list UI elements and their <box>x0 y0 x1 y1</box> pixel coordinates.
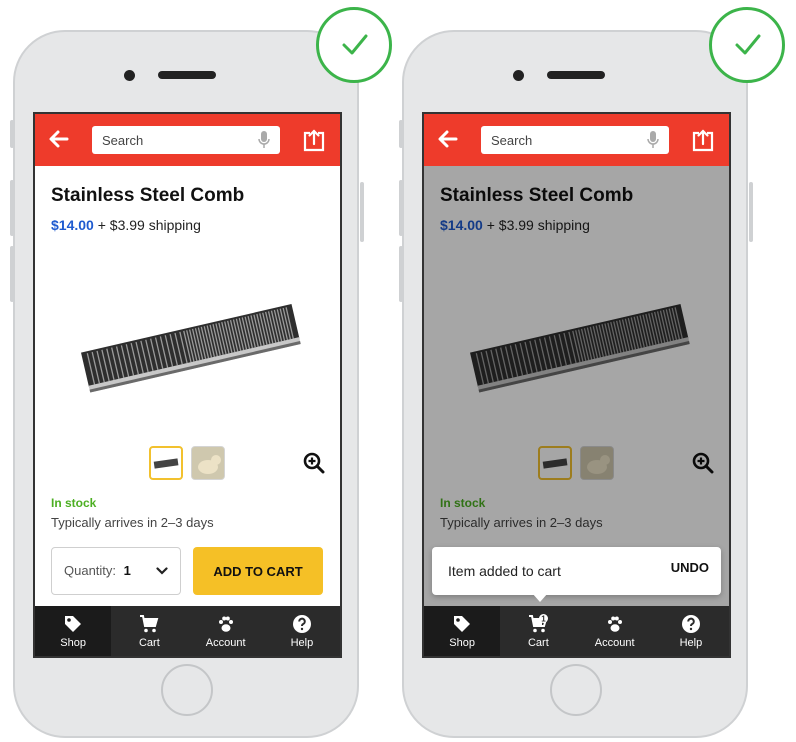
tab-account-label: Account <box>594 637 635 649</box>
earpiece-speaker <box>547 71 605 79</box>
check-icon <box>342 34 368 55</box>
search-box <box>481 126 669 154</box>
front-camera <box>513 70 524 81</box>
product-screen-added: Stainless Steel Comb $14.00 + $3.99 ship… <box>422 112 731 658</box>
thumbnail-dog-photo[interactable] <box>191 446 225 480</box>
power-button <box>749 182 753 242</box>
stock-status: In stock <box>51 496 97 510</box>
back-arrow-icon[interactable] <box>436 127 460 151</box>
quantity-select[interactable]: Quantity: 1 <box>51 547 181 595</box>
search-input[interactable] <box>481 126 641 154</box>
check-icon <box>735 34 761 55</box>
quantity-label: Quantity: <box>64 563 117 578</box>
tab-cart-label: Cart <box>138 637 160 649</box>
tab-account[interactable]: Account <box>188 606 264 656</box>
tab-help-label: Help <box>290 637 314 649</box>
tab-shop[interactable]: Shop <box>35 606 112 656</box>
product-price: $14.00 <box>51 217 94 233</box>
front-camera <box>124 70 135 81</box>
phone-frame-before: Stainless Steel Comb $14.00 + $3.99 ship… <box>10 30 364 738</box>
product-screen: Stainless Steel Comb $14.00 + $3.99 ship… <box>33 112 342 658</box>
price-line: $14.00 + $3.99 shipping <box>51 217 201 233</box>
undo-button[interactable]: UNDO <box>671 560 709 575</box>
tab-cart-label: Cart <box>527 637 549 649</box>
zoom-in-icon[interactable] <box>303 452 325 474</box>
comb-product-image[interactable] <box>75 294 305 404</box>
quantity-value: 1 <box>123 563 131 578</box>
tab-help[interactable]: Help <box>653 606 729 656</box>
tab-help-label: Help <box>679 637 703 649</box>
home-button[interactable] <box>550 664 602 716</box>
added-to-cart-snackbar: Item added to cart UNDO <box>432 547 721 595</box>
product-title: Stainless Steel Comb <box>51 185 245 206</box>
help-icon <box>681 615 700 633</box>
tab-cart[interactable]: Cart <box>111 606 187 656</box>
snackbar-pointer <box>532 593 548 602</box>
search-box <box>92 126 280 154</box>
share-icon[interactable] <box>692 128 714 152</box>
mute-switch <box>10 120 14 148</box>
microphone-icon[interactable] <box>647 131 659 149</box>
volume-up-button <box>10 180 14 236</box>
shipping-cost: + $3.99 shipping <box>93 217 201 233</box>
tab-account[interactable]: Account <box>577 606 653 656</box>
mute-switch <box>399 120 403 148</box>
dim-overlay <box>424 166 729 606</box>
paw-icon <box>607 616 622 632</box>
share-icon[interactable] <box>303 128 325 152</box>
tab-shop-label: Shop <box>449 637 475 649</box>
tab-shop[interactable]: Shop <box>424 606 501 656</box>
tag-icon <box>454 616 471 632</box>
volume-up-button <box>399 180 403 236</box>
volume-down-button <box>10 246 14 302</box>
top-bar <box>35 114 340 166</box>
search-input[interactable] <box>92 126 252 154</box>
top-bar <box>424 114 729 166</box>
add-to-cart-button[interactable]: ADD TO CART <box>193 547 323 595</box>
approval-badge-left <box>316 7 392 83</box>
cart-badge-icon: 1 <box>529 614 549 633</box>
bottom-tab-bar: Shop Cart Account Help <box>35 606 340 656</box>
delivery-estimate: Typically arrives in 2–3 days <box>51 515 214 530</box>
snackbar-message: Item added to cart <box>448 563 561 579</box>
cart-badge-count: 1 <box>542 615 547 624</box>
phone-frame-after: Stainless Steel Comb $14.00 + $3.99 ship… <box>399 30 753 738</box>
microphone-icon[interactable] <box>258 131 270 149</box>
cart-icon <box>140 615 159 633</box>
back-arrow-icon[interactable] <box>47 127 71 151</box>
approval-badge-right <box>709 7 785 83</box>
tag-icon <box>65 616 82 632</box>
help-icon <box>292 615 311 633</box>
earpiece-speaker <box>158 71 216 79</box>
home-button[interactable] <box>161 664 213 716</box>
tab-help[interactable]: Help <box>264 606 340 656</box>
thumbnail-comb[interactable] <box>149 446 183 480</box>
tab-shop-label: Shop <box>60 637 86 649</box>
paw-icon <box>218 616 233 632</box>
chevron-down-icon <box>156 567 168 575</box>
bottom-tab-bar: Shop 1 Cart Account Help <box>424 606 729 656</box>
power-button <box>360 182 364 242</box>
volume-down-button <box>399 246 403 302</box>
tab-cart[interactable]: 1 Cart <box>500 606 576 656</box>
tab-account-label: Account <box>205 637 246 649</box>
